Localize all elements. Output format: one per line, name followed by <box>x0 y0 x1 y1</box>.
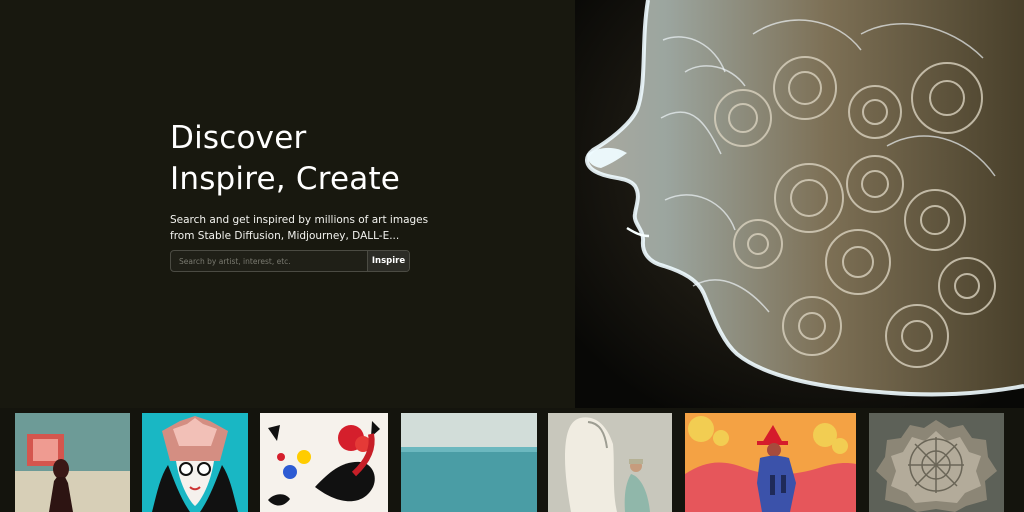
hero-art-image <box>575 0 1024 408</box>
hero-description: Search and get inspired by millions of a… <box>170 212 430 244</box>
hero-description-line-2: from Stable Diffusion, Midjourney, DALL-… <box>170 230 400 242</box>
gallery-thumb-masked-portrait-image <box>142 413 248 512</box>
gallery-thumb-red-hat-figure[interactable] <box>685 413 856 512</box>
hero-copy: Discover Inspire, Create Search and get … <box>170 118 490 244</box>
hero-title-line-2: Inspire, Create <box>170 161 401 197</box>
page-root: Discover Inspire, Create Search and get … <box>0 0 1024 512</box>
search-form: Inspire <box>170 250 410 272</box>
gallery-thumb-red-hat-figure-image <box>685 413 856 512</box>
gallery-thumb-masked-portrait[interactable] <box>142 413 248 512</box>
inspire-button[interactable]: Inspire <box>367 251 409 271</box>
gallery-thumb-ornate-headdress-image <box>869 413 1004 512</box>
gallery-thumb-seascape[interactable] <box>401 413 537 512</box>
search-input[interactable] <box>171 251 367 271</box>
hero-title: Discover Inspire, Create <box>170 118 490 200</box>
gallery-thumb-silhouette-frame-image <box>15 413 130 512</box>
hero-title-line-1: Discover <box>170 120 307 156</box>
gallery-thumb-ornate-headdress[interactable] <box>869 413 1004 512</box>
hero-art <box>575 0 1024 408</box>
gallery-thumb-seascape-image <box>401 413 537 512</box>
gallery-thumb-abstract-splatter-image <box>260 413 388 512</box>
gallery-thumb-veiled-figure[interactable] <box>548 413 672 512</box>
hero-description-line-1: Search and get inspired by millions of a… <box>170 214 429 226</box>
gallery-strip <box>0 408 1024 512</box>
gallery-thumb-veiled-figure-image <box>548 413 672 512</box>
gallery-thumb-silhouette-frame[interactable] <box>15 413 130 512</box>
gallery-thumb-abstract-splatter[interactable] <box>260 413 388 512</box>
